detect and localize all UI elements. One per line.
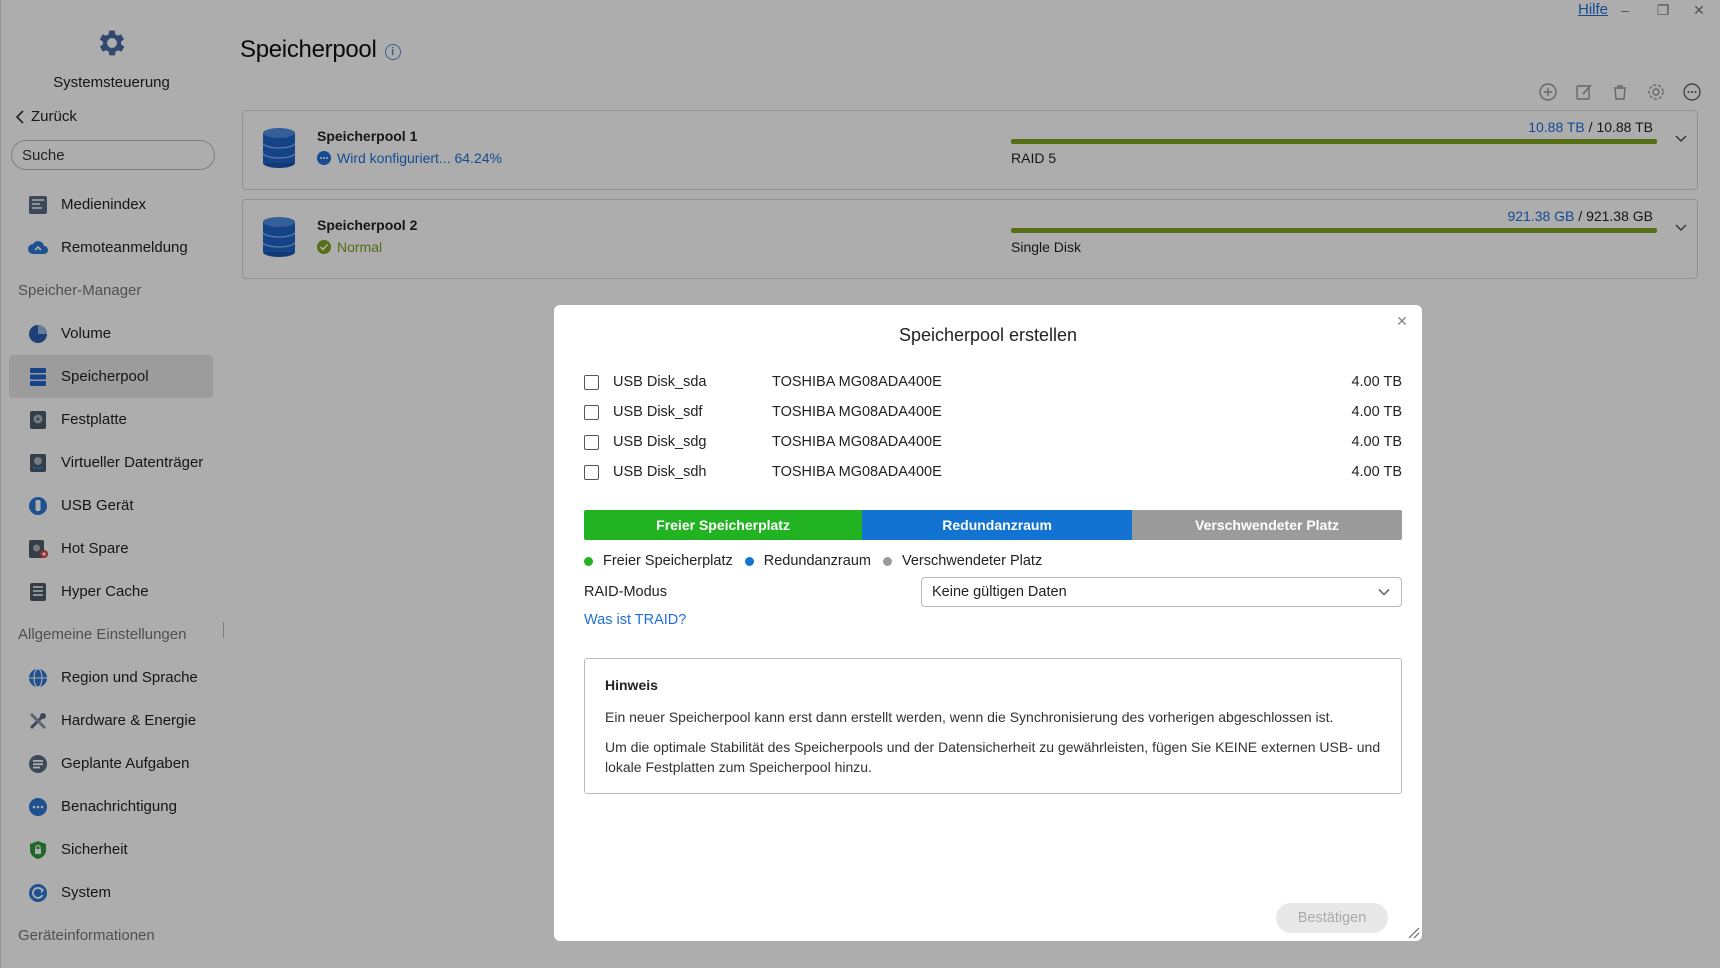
hint-line: Ein neuer Speicherpool kann erst dann er…: [605, 709, 1334, 725]
disk-name: USB Disk_sdf: [613, 404, 703, 420]
confirm-button[interactable]: Bestätigen: [1276, 903, 1388, 933]
raid-mode-select[interactable]: Keine gültigen Daten: [921, 577, 1402, 607]
disk-size: 4.00 TB: [1351, 434, 1402, 450]
raid-mode-value: Keine gültigen Daten: [932, 584, 1067, 600]
create-storage-pool-dialog: ✕ Speicherpool erstellen USB Disk_sda TO…: [554, 305, 1422, 941]
disk-list: USB Disk_sda TOSHIBA MG08ADA400E 4.00 TB…: [584, 367, 1402, 487]
raid-mode-label: RAID-Modus: [584, 584, 667, 600]
disk-row[interactable]: USB Disk_sda TOSHIBA MG08ADA400E 4.00 TB: [584, 367, 1402, 397]
legend-label: Verschwendeter Platz: [901, 553, 1043, 569]
legend-item-redundancy: Redundanzraum: [744, 553, 871, 569]
legend-dot: [882, 556, 892, 566]
hint-line: Um die optimale Stabilität des Speicherp…: [605, 739, 1381, 775]
hint-box: Hinweis Ein neuer Speicherpool kann erst…: [584, 658, 1402, 794]
capacity-legend: Freier Speicherplatz Redundanzraum Versc…: [584, 553, 1054, 569]
disk-model: TOSHIBA MG08ADA400E: [772, 374, 942, 390]
disk-model: TOSHIBA MG08ADA400E: [772, 434, 942, 450]
disk-row[interactable]: USB Disk_sdh TOSHIBA MG08ADA400E 4.00 TB: [584, 457, 1402, 487]
resize-grip-icon[interactable]: [1406, 925, 1420, 939]
disk-name: USB Disk_sdh: [613, 464, 707, 480]
disk-model: TOSHIBA MG08ADA400E: [772, 404, 942, 420]
legend-dot: [584, 556, 593, 566]
disk-size: 4.00 TB: [1351, 374, 1402, 390]
dialog-title: Speicherpool erstellen: [898, 325, 1078, 345]
disk-model: TOSHIBA MG08ADA400E: [772, 464, 942, 480]
capacity-distribution-bar: Freier Speicherplatz Redundanzraum Versc…: [584, 510, 1402, 540]
capacity-segment-free: Freier Speicherplatz: [584, 510, 863, 540]
what-is-traid-link[interactable]: Was ist TRAID?: [584, 612, 686, 628]
disk-size: 4.00 TB: [1351, 464, 1402, 480]
disk-checkbox[interactable]: [584, 464, 599, 480]
disk-name: USB Disk_sdg: [613, 434, 707, 450]
legend-dot: [744, 556, 754, 566]
capacity-segment-wasted: Verschwendeter Platz: [1132, 510, 1402, 540]
capacity-segment-redundancy: Redundanzraum: [862, 510, 1133, 540]
disk-name: USB Disk_sda: [613, 374, 707, 390]
disk-checkbox[interactable]: [584, 374, 599, 390]
disk-checkbox[interactable]: [584, 434, 599, 450]
disk-size: 4.00 TB: [1351, 404, 1402, 420]
disk-row[interactable]: USB Disk_sdg TOSHIBA MG08ADA400E 4.00 TB: [584, 427, 1402, 457]
hint-title: Hinweis: [605, 677, 658, 693]
legend-item-wasted: Verschwendeter Platz: [882, 553, 1043, 569]
legend-label: Redundanzraum: [763, 553, 871, 569]
legend-item-free: Freier Speicherplatz: [584, 553, 733, 569]
disk-row[interactable]: USB Disk_sdf TOSHIBA MG08ADA400E 4.00 TB: [584, 397, 1402, 427]
chevron-down-icon: [1378, 589, 1390, 596]
disk-checkbox[interactable]: [584, 404, 599, 420]
legend-label: Freier Speicherplatz: [603, 553, 733, 569]
